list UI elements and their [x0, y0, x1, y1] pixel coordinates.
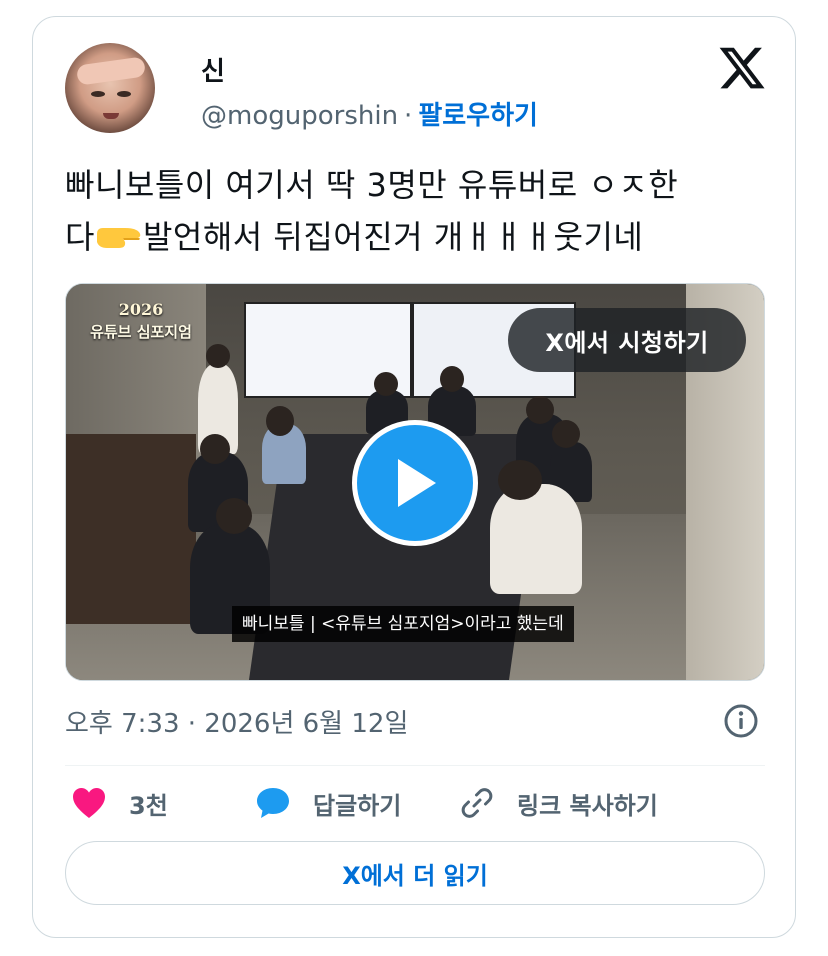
author-handle-row: @moguporshin · 팔로우하기	[201, 95, 538, 132]
episode-badge: 2026 유튜브 심포지엄	[76, 300, 206, 342]
reply-button[interactable]: 답글하기	[255, 783, 401, 823]
episode-badge-year: 2026	[118, 300, 164, 319]
avatar[interactable]	[65, 43, 155, 133]
separator-dot: ·	[404, 101, 413, 131]
video-caption: 빠니보틀 | <유튜브 심포지엄>이라고 했는데	[232, 606, 574, 642]
scene-person	[490, 484, 582, 594]
like-button[interactable]: 3천	[71, 783, 168, 823]
scene-person-head	[266, 406, 294, 436]
scene-person-head	[552, 420, 580, 448]
tweet-card: 신 @moguporshin · 팔로우하기 빠니보틀이 여기서 딱 3명만 유튜버…	[32, 16, 796, 938]
like-count: 3천	[129, 791, 168, 820]
play-icon	[398, 459, 436, 507]
copy-link-label: 링크 복사하기	[517, 791, 658, 820]
scene-person-head	[440, 366, 464, 392]
scene-person-head	[216, 498, 252, 534]
reply-bubble-icon	[257, 788, 289, 818]
tweet-text-line1: 빠니보틀이 여기서 딱 3명만 유튜버로 ㅇㅈ한	[65, 166, 679, 204]
watch-on-x-button[interactable]: X에서 시청하기	[508, 308, 746, 372]
avatar-eye	[117, 91, 131, 97]
divider	[65, 765, 765, 766]
avatar-hand	[75, 56, 147, 86]
avatar-eye	[91, 91, 105, 97]
heart-icon	[73, 788, 105, 818]
pointing-right-hand-icon	[96, 228, 141, 248]
scene-person-head	[526, 396, 554, 424]
tweet-text: 빠니보틀이 여기서 딱 3명만 유튜버로 ㅇㅈ한 다 발언해서 뒤집어진거 개ㅐ…	[65, 159, 775, 263]
tweet-actions: 3천 답글하기 링크 복사하기	[65, 783, 765, 823]
follow-button[interactable]: 팔로우하기	[418, 101, 538, 131]
link-icon	[461, 788, 493, 818]
info-icon[interactable]	[723, 703, 759, 739]
scene-person-head	[200, 434, 230, 464]
reply-label: 답글하기	[313, 791, 402, 820]
scene-counter	[66, 434, 196, 624]
author-display-name[interactable]: 신	[201, 51, 225, 88]
x-logo-icon[interactable]	[717, 43, 767, 93]
read-more-on-x-button[interactable]: X에서 더 읽기	[65, 841, 765, 905]
avatar-mouth	[103, 113, 119, 119]
tweet-timestamp[interactable]: 오후 7:33 · 2026년 6월 12일	[65, 703, 408, 740]
video-thumbnail[interactable]: 2026 유튜브 심포지엄 X에서 시청하기 빠니보틀 | <유튜브 심포지엄>…	[65, 283, 765, 681]
scene-person-head	[498, 460, 542, 500]
scene-person-head	[374, 372, 398, 396]
author-handle[interactable]: @moguporshin	[201, 101, 398, 131]
tweet-text-line2-start: 다	[65, 218, 95, 256]
tweet-text-line2-end: 발언해서 뒤집어진거 개ㅐㅐㅐ웃기네	[142, 218, 644, 256]
copy-link-button[interactable]: 링크 복사하기	[459, 783, 658, 823]
play-button[interactable]	[352, 420, 478, 546]
scene-person-head	[206, 344, 230, 368]
episode-badge-title: 유튜브 심포지엄	[90, 323, 192, 341]
